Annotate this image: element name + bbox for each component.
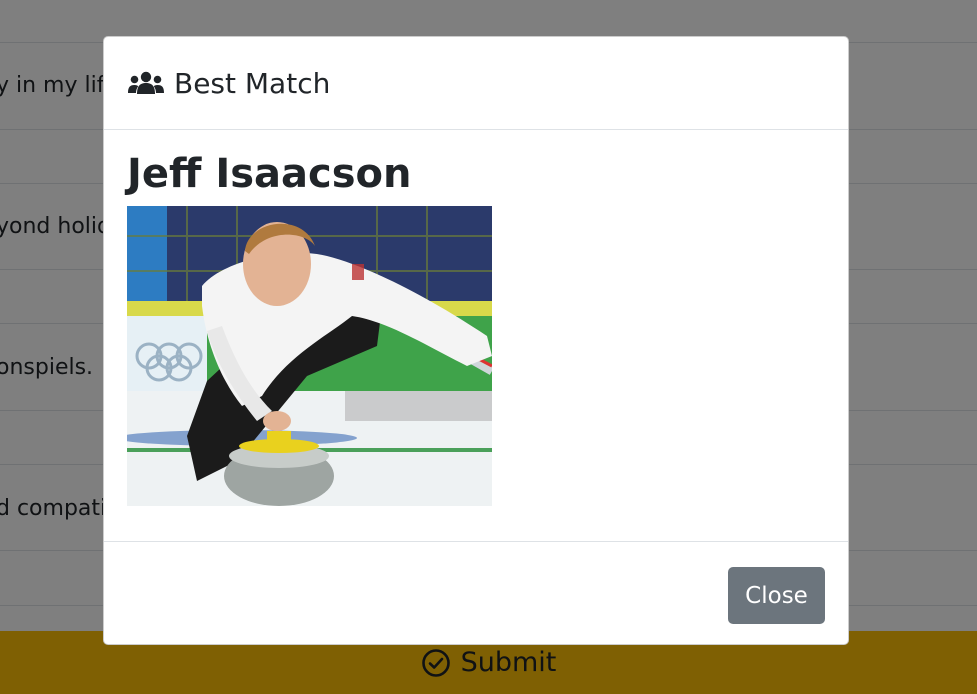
match-photo [127, 206, 492, 506]
match-name: Jeff Isaacson [127, 151, 412, 197]
best-match-modal: Best Match Jeff Isaacson Close [103, 36, 849, 645]
modal-header: Best Match [104, 37, 848, 130]
close-button[interactable]: Close [728, 567, 825, 624]
modal-body: Jeff Isaacson [104, 130, 848, 542]
match-photo-image [127, 206, 492, 506]
users-icon [128, 71, 164, 94]
modal-footer: Close [104, 541, 848, 644]
modal-title: Best Match [174, 66, 331, 100]
